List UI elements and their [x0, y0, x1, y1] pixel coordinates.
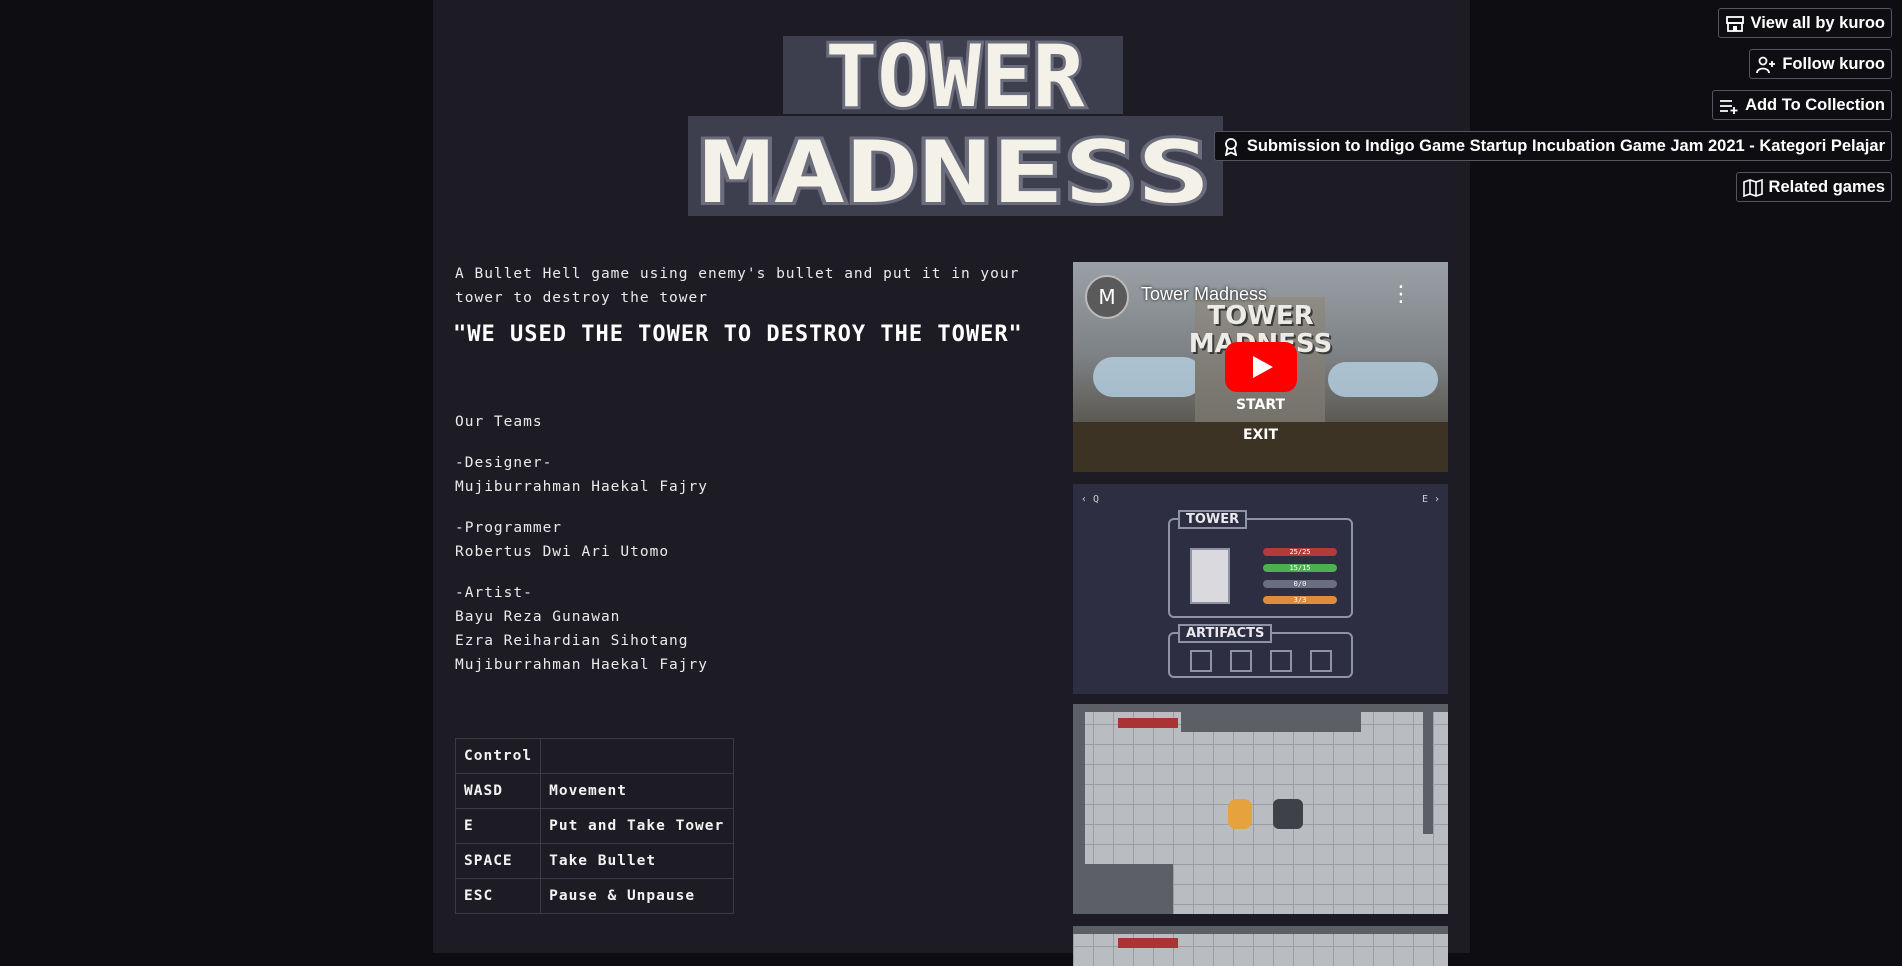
nav-right-hint: E › [1421, 494, 1440, 505]
designer-name: Mujiburrahman Haekal Fajry [455, 479, 708, 495]
screenshot-tower-ui[interactable]: ‹ Q E › TOWER 25/25 15/15 0/0 3/3 ARTIFA… [1073, 484, 1448, 694]
screenshot-gameplay-2[interactable] [1073, 926, 1448, 966]
stat-bar: 15/15 [1263, 564, 1337, 572]
add-to-collection-button[interactable]: Add To Collection [1712, 90, 1892, 120]
view-all-label: View all by kuroo [1750, 14, 1886, 32]
tower-icon [1190, 548, 1230, 604]
artist-name: Ezra Reihardian Sihotang [455, 633, 689, 649]
stat-bar: 0/0 [1263, 580, 1337, 588]
stat-bar: 3/3 [1263, 596, 1337, 604]
table-cell: Put and Take Tower [540, 808, 735, 844]
more-options-icon[interactable]: ⋮ [1390, 282, 1412, 307]
table-cell: Pause & Unpause [540, 878, 735, 914]
artifact-slot [1310, 650, 1332, 672]
stat-bar: 25/25 [1263, 548, 1337, 556]
related-games-label: Related games [1768, 178, 1885, 196]
screenshot-gameplay[interactable] [1073, 704, 1448, 914]
map-icon [1742, 178, 1763, 198]
artifact-slot [1270, 650, 1292, 672]
description-intro: A Bullet Hell game using enemy's bullet … [455, 266, 1020, 306]
table-row: SPACE Take Bullet [454, 843, 735, 879]
table-cell: E [454, 808, 542, 844]
table-cell: WASD [454, 773, 542, 809]
programmer-name: Robertus Dwi Ari Utomo [455, 544, 670, 560]
table-cell: SPACE [454, 843, 542, 879]
tower-panel-title: TOWER [1178, 510, 1248, 529]
related-games-button[interactable]: Related games [1735, 172, 1892, 202]
team-section: Our Teams -Designer- Mujiburrahman Haeka… [455, 410, 955, 694]
table-row: WASD Movement [454, 773, 735, 809]
table-cell: Take Bullet [540, 843, 735, 879]
table-row: E Put and Take Tower [454, 808, 735, 844]
game-description: A Bullet Hell game using enemy's bullet … [455, 262, 1040, 310]
game-logo: TOWER MADNESS [688, 24, 1223, 226]
video-menu-start: START [1235, 397, 1286, 413]
artifacts-panel-title: ARTIFACTS [1178, 624, 1273, 643]
table-cell: Control [454, 738, 542, 774]
award-ribbon-icon [1221, 137, 1241, 157]
channel-avatar[interactable]: M [1085, 275, 1129, 319]
view-all-button[interactable]: View all by kuroo [1717, 8, 1892, 38]
play-button[interactable] [1225, 342, 1297, 392]
add-to-collection-label: Add To Collection [1745, 96, 1885, 114]
add-user-icon [1756, 55, 1776, 74]
controls-table: Control WASD Movement E Put and Take Tow… [454, 738, 735, 914]
table-cell: Movement [540, 773, 735, 809]
logo-line-1: TOWER [826, 30, 1085, 127]
player-sprite [1228, 799, 1252, 829]
logo-line-2: MADNESS [700, 123, 1210, 220]
designer-label: -Designer- [455, 455, 553, 471]
artist-name: Bayu Reza Gunawan [455, 609, 621, 625]
nav-left-hint: ‹ Q [1081, 494, 1100, 505]
store-icon [1725, 14, 1745, 32]
table-row: Control [454, 738, 735, 774]
follow-label: Follow kuroo [1782, 55, 1885, 73]
artist-label: -Artist- [455, 585, 533, 601]
table-cell: ESC [454, 878, 542, 914]
submission-label: Submission to Indigo Game Startup Incuba… [1246, 137, 1885, 155]
artifact-slot [1230, 650, 1252, 672]
submission-button[interactable]: Submission to Indigo Game Startup Incuba… [1213, 131, 1892, 161]
enemy-sprite [1273, 799, 1303, 829]
follow-button[interactable]: Follow kuroo [1749, 49, 1892, 79]
video-menu-exit: EXIT [1242, 427, 1279, 443]
table-cell [540, 738, 735, 774]
table-row: ESC Pause & Unpause [454, 878, 735, 914]
artifact-slot [1190, 650, 1212, 672]
team-heading: Our Teams [455, 414, 543, 430]
artist-name: Mujiburrahman Haekal Fajry [455, 657, 708, 673]
slogan-heading: "WE USED THE TOWER TO DESTROY THE TOWER" [453, 322, 1023, 347]
youtube-video-embed[interactable]: TOWERMADNESS M Tower Madness ⋮ START EXI… [1073, 262, 1448, 472]
health-bar [1118, 718, 1178, 728]
playlist-add-icon [1719, 96, 1739, 114]
video-title[interactable]: Tower Madness [1141, 284, 1267, 305]
programmer-label: -Programmer [455, 520, 563, 536]
